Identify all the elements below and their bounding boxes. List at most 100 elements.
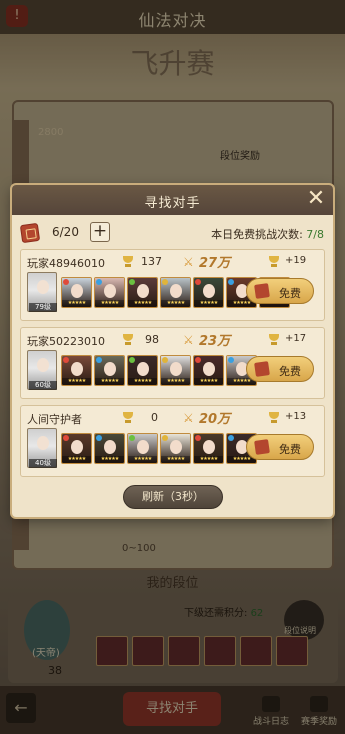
hero-portrait: ★★★★★ [193,433,224,464]
close-icon[interactable]: ✕ [305,188,327,211]
star-rating: ★★★★★ [95,456,124,463]
element-icon [162,435,168,441]
hero-face [203,362,215,376]
swords-icon: ⚔ [183,333,194,347]
star-rating: ★★★★★ [161,456,190,463]
hero-portrait: ★★★★★ [160,277,191,308]
trophy-icon [121,334,135,346]
hero-face [137,440,149,454]
opponent-level: 40级 [29,459,57,468]
hero-portrait: ★★★★★ [61,355,92,386]
star-rating: ★★★★★ [128,456,157,463]
star-rating: ★★★★★ [95,378,124,385]
opponent-name: 人间守护者 [27,413,82,426]
star-rating: ★★★★★ [128,378,157,385]
element-icon [96,279,102,285]
opponent-trophies: 0 [151,411,158,424]
trophy-icon [267,334,281,346]
opponent-name: 玩家50223010 [27,335,105,348]
avatar-face [37,358,49,372]
find-opponent-modal: 寻找对手 ✕ 6/20 + 本日免费挑战次数: 7/8 玩家48946010 1… [12,185,333,517]
element-icon [96,435,102,441]
opponent-card: 玩家48946010 137 ⚔ 27万 +19 79级 ★★★★★ ★★★★★ ★… [20,249,325,321]
trophy-icon [121,412,135,424]
element-icon [162,357,168,363]
element-icon [228,279,234,285]
free-challenges: 本日免费挑战次数: 7/8 [211,226,324,242]
challenge-button[interactable]: 免费 [246,356,314,382]
star-rating: ★★★★★ [161,378,190,385]
trophy-icon [267,256,281,268]
hero-face [71,362,83,376]
opponent-power: 20万 [199,412,231,427]
opponent-team: ★★★★★ ★★★★★ ★★★★★ ★★★★★ ★★★★★ ★★★★★ [61,433,257,464]
hero-portrait: ★★★★★ [160,433,191,464]
trophy-reward: +19 [285,255,307,266]
trophy-icon [121,256,135,268]
element-icon [63,279,69,285]
challenge-label: 免费 [279,287,301,300]
hero-face [71,440,83,454]
hero-face [71,284,83,298]
element-icon [63,357,69,363]
hero-face [170,362,182,376]
hero-portrait: ★★★★★ [61,433,92,464]
star-rating: ★★★★★ [194,300,223,307]
free-challenges-value: 7/8 [306,228,324,241]
element-icon [195,435,201,441]
hero-portrait: ★★★★★ [127,433,158,464]
opponent-avatar: 40级 [27,428,57,468]
opponent-trophies: 98 [145,333,159,346]
element-icon [63,435,69,441]
star-rating: ★★★★★ [128,300,157,307]
trophy-reward: +17 [285,333,307,344]
modal-header: 寻找对手 ✕ [12,185,333,215]
trophy-icon [267,412,281,424]
element-icon [129,357,135,363]
element-icon [129,279,135,285]
challenge-label: 免费 [279,365,301,378]
opponent-level: 60级 [29,381,57,390]
swords-icon: ⚔ [183,411,194,425]
add-ticket-button[interactable]: + [90,222,110,242]
star-rating: ★★★★★ [161,300,190,307]
hero-portrait: ★★★★★ [94,433,125,464]
hero-portrait: ★★★★★ [193,355,224,386]
ticket-icon [254,439,270,455]
ticket-icon [254,361,270,377]
modal-title: 寻找对手 [144,196,201,211]
star-rating: ★★★★★ [62,456,91,463]
avatar-face [37,280,49,294]
hero-face [137,284,149,298]
opponent-card: 玩家50223010 98 ⚔ 23万 +17 60级 ★★★★★ ★★★★★ ★★… [20,327,325,399]
hero-face [104,284,116,298]
challenge-button[interactable]: 免费 [246,278,314,304]
avatar-face [37,436,49,450]
hero-face [170,440,182,454]
element-icon [96,357,102,363]
challenge-label: 免费 [279,443,301,456]
swords-icon: ⚔ [183,255,194,269]
ticket-icon [254,283,270,299]
element-icon [195,279,201,285]
hero-portrait: ★★★★★ [160,355,191,386]
opponent-team: ★★★★★ ★★★★★ ★★★★★ ★★★★★ ★★★★★ ★★★★★ [61,355,257,386]
refresh-button[interactable]: 刷新（3秒） [123,485,223,509]
star-rating: ★★★★★ [194,456,223,463]
opponent-trophies: 137 [141,255,162,268]
star-rating: ★★★★★ [62,300,91,307]
element-icon [228,435,234,441]
hero-face [137,362,149,376]
hero-face [170,284,182,298]
element-icon [195,357,201,363]
star-rating: ★★★★★ [95,300,124,307]
hero-portrait: ★★★★★ [94,355,125,386]
challenge-button[interactable]: 免费 [246,434,314,460]
opponent-card: 人间守护者 0 ⚔ 20万 +13 40级 ★★★★★ ★★★★★ ★★★★★ ★★★… [20,405,325,477]
trophy-reward: +13 [285,411,307,422]
opponent-avatar: 60级 [27,350,57,390]
opponent-level: 79级 [29,303,57,312]
hero-face [104,440,116,454]
hero-face [203,284,215,298]
ticket-icon [19,222,41,244]
